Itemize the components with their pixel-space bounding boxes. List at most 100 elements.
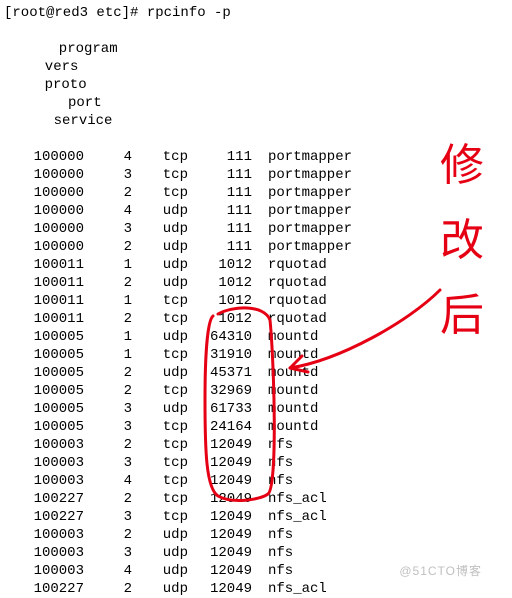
header-port: port — [38, 94, 102, 112]
cell-program: 100227 — [4, 490, 84, 508]
cell-program: 100003 — [4, 436, 84, 454]
cell-port: 45371 — [188, 364, 252, 382]
cell-vers: 2 — [84, 184, 132, 202]
cell-program: 100000 — [4, 238, 84, 256]
cell-proto: udp — [132, 274, 188, 292]
cell-program: 100227 — [4, 580, 84, 598]
cell-service: mountd — [252, 418, 318, 436]
cell-vers: 2 — [84, 436, 132, 454]
cell-vers: 4 — [84, 148, 132, 166]
cell-program: 100000 — [4, 202, 84, 220]
cell-service: portmapper — [252, 202, 352, 220]
table-row: 1000053tcp24164mountd — [4, 418, 512, 436]
cell-program: 100000 — [4, 148, 84, 166]
table-row: 1002272udp12049nfs_acl — [4, 580, 512, 598]
cell-port: 32969 — [188, 382, 252, 400]
cell-proto: tcp — [132, 436, 188, 454]
cell-vers: 1 — [84, 256, 132, 274]
cell-proto: tcp — [132, 310, 188, 328]
cell-service: nfs_acl — [252, 490, 327, 508]
cell-vers: 3 — [84, 454, 132, 472]
cell-vers: 2 — [84, 364, 132, 382]
cell-vers: 2 — [84, 526, 132, 544]
terminal-window[interactable]: [root@red3 etc]# rpcinfo -p program vers… — [0, 0, 512, 598]
cell-proto: udp — [132, 256, 188, 274]
cell-service: nfs — [252, 436, 293, 454]
cell-port: 12049 — [188, 436, 252, 454]
cell-program: 100005 — [4, 418, 84, 436]
cell-vers: 1 — [84, 328, 132, 346]
prompt-line-1: [root@red3 etc]# rpcinfo -p — [4, 4, 512, 22]
cell-proto: udp — [132, 400, 188, 418]
cell-vers: 4 — [84, 472, 132, 490]
cell-vers: 2 — [84, 580, 132, 598]
cell-vers: 3 — [84, 418, 132, 436]
cell-proto: udp — [132, 238, 188, 256]
cell-proto: udp — [132, 562, 188, 580]
cell-vers: 4 — [84, 202, 132, 220]
cell-program: 100005 — [4, 382, 84, 400]
cell-service: mountd — [252, 346, 318, 364]
table-row: 1000002tcp111portmapper — [4, 184, 512, 202]
cell-service: nfs — [252, 526, 293, 544]
table-row: 1000112udp1012rquotad — [4, 274, 512, 292]
cell-proto: udp — [132, 364, 188, 382]
cell-port: 1012 — [188, 310, 252, 328]
cell-proto: tcp — [132, 508, 188, 526]
cell-vers: 2 — [84, 274, 132, 292]
cell-vers: 2 — [84, 382, 132, 400]
cell-service: rquotad — [252, 292, 327, 310]
cell-proto: udp — [132, 202, 188, 220]
cell-port: 111 — [188, 184, 252, 202]
cell-vers: 3 — [84, 220, 132, 238]
cell-port: 1012 — [188, 292, 252, 310]
cell-program: 100005 — [4, 364, 84, 382]
cell-program: 100011 — [4, 292, 84, 310]
cell-proto: tcp — [132, 382, 188, 400]
table-row: 1000053udp61733mountd — [4, 400, 512, 418]
cell-service: nfs — [252, 544, 293, 562]
cell-service: mountd — [252, 400, 318, 418]
cell-service: portmapper — [252, 220, 352, 238]
cell-proto: tcp — [132, 292, 188, 310]
cell-service: mountd — [252, 364, 318, 382]
cell-service: rquotad — [252, 274, 327, 292]
cell-program: 100000 — [4, 184, 84, 202]
cell-service: rquotad — [252, 310, 327, 328]
cell-proto: tcp — [132, 454, 188, 472]
cell-port: 111 — [188, 166, 252, 184]
cell-proto: udp — [132, 544, 188, 562]
cell-port: 12049 — [188, 490, 252, 508]
cell-vers: 3 — [84, 544, 132, 562]
cell-program: 100005 — [4, 328, 84, 346]
cell-port: 12049 — [188, 454, 252, 472]
table-row: 1000051tcp31910mountd — [4, 346, 512, 364]
cell-vers: 1 — [84, 292, 132, 310]
cell-proto: udp — [132, 526, 188, 544]
cell-proto: udp — [132, 220, 188, 238]
cell-program: 100003 — [4, 526, 84, 544]
cell-program: 100003 — [4, 454, 84, 472]
table-row: 1000112tcp1012rquotad — [4, 310, 512, 328]
cell-program: 100011 — [4, 274, 84, 292]
table-row: 1000004udp111portmapper — [4, 202, 512, 220]
table-row: 1000033udp12049nfs — [4, 544, 512, 562]
cell-vers: 2 — [84, 310, 132, 328]
cell-service: nfs — [252, 562, 293, 580]
cell-port: 12049 — [188, 580, 252, 598]
cell-port: 111 — [188, 238, 252, 256]
cell-proto: udp — [132, 580, 188, 598]
cell-port: 24164 — [188, 418, 252, 436]
cell-vers: 2 — [84, 490, 132, 508]
cell-service: mountd — [252, 328, 318, 346]
cell-port: 12049 — [188, 544, 252, 562]
cell-proto: tcp — [132, 472, 188, 490]
cell-vers: 3 — [84, 400, 132, 418]
table-row: 1000033tcp12049nfs — [4, 454, 512, 472]
header-proto: proto — [38, 76, 94, 94]
cell-port: 1012 — [188, 274, 252, 292]
cell-proto: tcp — [132, 346, 188, 364]
table-row: 1000051udp64310mountd — [4, 328, 512, 346]
cell-service: nfs — [252, 454, 293, 472]
cell-vers: 4 — [84, 562, 132, 580]
